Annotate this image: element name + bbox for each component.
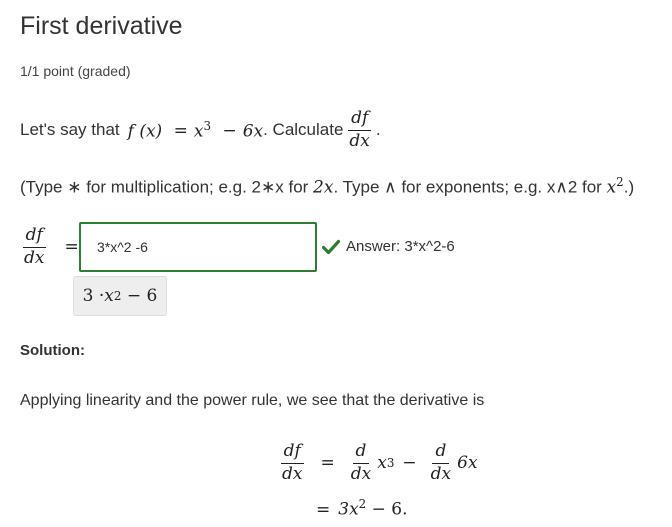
sol-d-1: d — [352, 442, 370, 464]
sol-df: df — [280, 442, 304, 464]
fraction-numerator: df — [348, 109, 372, 131]
sol-equals: = — [320, 453, 335, 474]
prompt-function: f (x) = x3 −6x — [128, 119, 263, 142]
preview-exponent: 2 — [113, 289, 122, 303]
sol-dx: dx — [282, 463, 303, 484]
answer-input[interactable] — [79, 222, 317, 272]
solution-equation-row1: df dx = d dx x3 − d dx 6x — [276, 442, 478, 484]
points-label: 1/1 point (graded) — [20, 63, 131, 79]
answer-feedback: Answer: 3*x^2-6 — [322, 238, 455, 255]
solution-label: Solution: — [20, 342, 85, 359]
lhs-denominator: dx — [24, 247, 45, 268]
prompt-calc-text: . Calculate — [263, 120, 344, 139]
sol-d-dx-2: d dx — [428, 442, 454, 484]
hint-text-3: .) — [623, 177, 635, 197]
lhs-equals: = — [64, 237, 79, 257]
answer-lhs: df dx = — [18, 222, 79, 272]
sol-dx-1: dx — [350, 463, 372, 484]
sol-result-equals: = — [316, 499, 331, 520]
math-preview: 3 · x2 − 6 — [73, 276, 167, 316]
minus-sign: − — [222, 121, 237, 142]
preview-tail: − 6 — [121, 286, 158, 306]
hint-text-1: (Type ∗ for multiplication; e.g. 2∗x for — [20, 177, 314, 197]
preview-x: x — [104, 286, 114, 306]
sol-dx-2: dx — [430, 463, 452, 484]
input-hint: (Type ∗ for multiplication; e.g. 2∗x for… — [20, 175, 634, 198]
hint-math-2x: 2x — [313, 177, 334, 198]
hint-exponent: 2 — [616, 175, 624, 189]
hint-text-2: . Type ∧ for exponents; e.g. x∧2 for — [333, 177, 607, 197]
sol-result-tail: − 6. — [366, 499, 408, 520]
sol-df-dx: df dx — [279, 442, 305, 484]
six-x-term: 6x — [242, 121, 264, 142]
checkmark-icon — [322, 239, 340, 254]
sol-d-2: d — [432, 442, 450, 464]
feedback-label: Answer: 3*x^2-6 — [346, 238, 455, 255]
equals-sign: = — [173, 121, 188, 142]
lhs-fraction: df dx — [21, 226, 47, 268]
sol-result-lead: 3x — [338, 499, 359, 520]
sol-six-x: 6x — [457, 453, 478, 474]
sol-d-dx-1: d dx — [348, 442, 374, 484]
exponent: 3 — [203, 118, 212, 133]
period: . — [375, 120, 381, 139]
hint-math-x: x — [606, 177, 617, 198]
sol-cube-exponent: 3 — [386, 456, 395, 471]
lhs-numerator: df — [22, 226, 46, 248]
solution-equation-row2: = 3x2 − 6. — [316, 497, 408, 520]
prompt-lead-text: Let's say that — [20, 120, 120, 139]
df-dx-fraction: df dx — [346, 109, 372, 151]
fraction-denominator: dx — [349, 130, 370, 151]
question-title: First derivative — [20, 12, 183, 40]
preview-coef: 3 · — [82, 286, 105, 306]
sol-minus: − — [402, 453, 417, 474]
question-prompt: Let's say that f (x) = x3 −6x. Calculate … — [20, 103, 381, 157]
f-of-x: f (x) — [127, 121, 163, 142]
x-var: x — [193, 121, 204, 142]
sol-x-cube: x — [377, 453, 387, 474]
solution-text: Applying linearity and the power rule, w… — [20, 392, 485, 409]
